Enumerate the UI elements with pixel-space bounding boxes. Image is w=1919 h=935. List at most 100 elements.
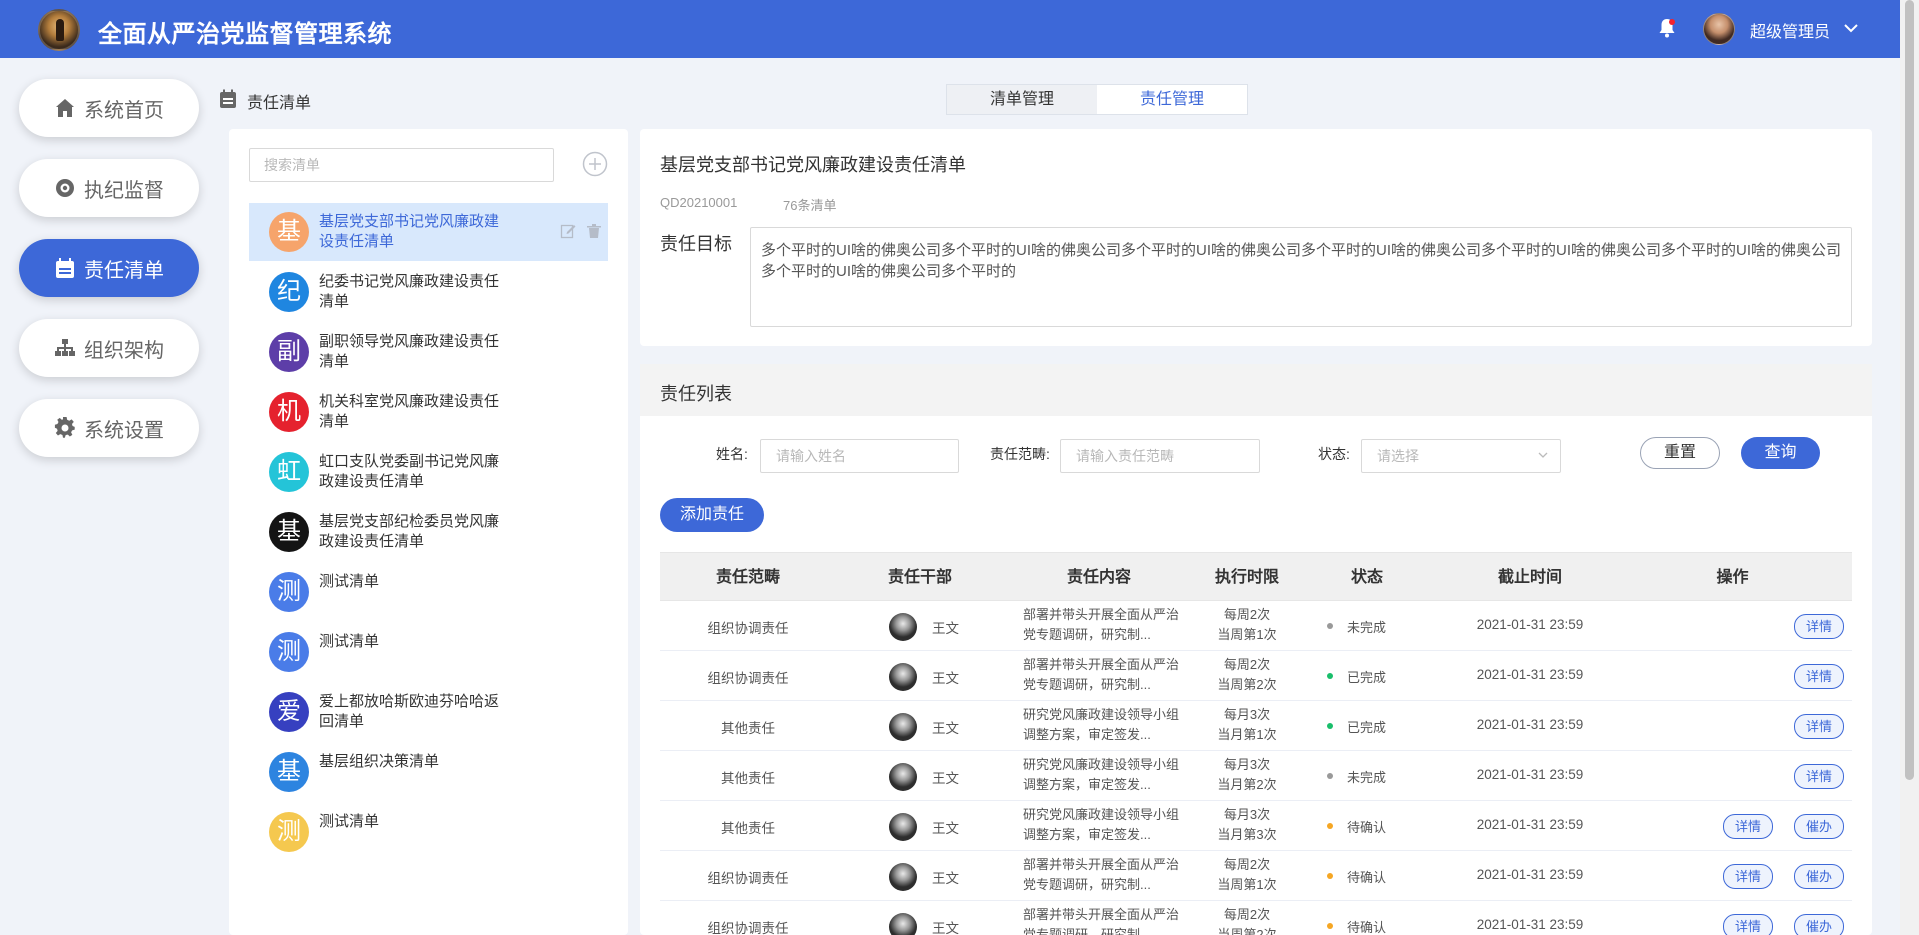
period-frequency: 每月3次 [1223, 757, 1271, 772]
scrollbar-thumb[interactable] [1905, 0, 1914, 780]
scope-filter-input[interactable]: 请输入责任范畴 [1060, 439, 1260, 473]
cell-deadline: 2021-01-31 23:59 [1476, 917, 1584, 932]
name-filter-input[interactable]: 请输入姓名 [760, 439, 959, 473]
cell-content: 部署并带头开展全面从严治党专题调研，研究制... [1023, 657, 1180, 692]
list-item-label: 机关科室党风廉政建设责任清单 [319, 393, 500, 430]
list-item-avatar: 基 [269, 512, 309, 552]
view-tabs: 清单管理 责任管理 [946, 84, 1248, 115]
cell-content: 研究党风廉政建设领导小组调整方案，审定签发... [1023, 757, 1180, 792]
list-item[interactable]: 纪纪委书记党风廉政建设责任清单 [249, 263, 608, 321]
cell-content: 研究党风廉政建设领导小组调整方案，审定签发... [1023, 707, 1180, 742]
gear-icon [54, 417, 76, 439]
detail-button[interactable]: 详情 [1794, 714, 1844, 739]
urge-button[interactable]: 催办 [1794, 864, 1844, 889]
name-filter-label: 姓名: [716, 446, 748, 462]
chevron-down-icon[interactable] [1843, 20, 1859, 36]
goal-label: 责任目标 [660, 234, 732, 254]
list-item-label: 测试清单 [319, 633, 380, 650]
cell-period: 每周2次 当周第1次 [1182, 855, 1312, 895]
calendar-icon [54, 257, 76, 279]
cell-status: 待确认 [1347, 920, 1387, 935]
cell-scope: 组织协调责任 [707, 921, 789, 935]
list-item[interactable]: 测测试清单 [249, 803, 608, 861]
top-header: 全面从严治党监督管理系统 超级管理员 [0, 0, 1900, 58]
cell-scope: 组织协调责任 [707, 671, 789, 686]
user-avatar[interactable] [1703, 13, 1735, 45]
cell-period: 每月3次 当月第3次 [1182, 805, 1312, 845]
query-button[interactable]: 查询 [1741, 437, 1820, 469]
urge-button[interactable]: 催办 [1794, 814, 1844, 839]
cell-cadre-name: 王文 [932, 721, 959, 736]
cadre-avatar [889, 913, 917, 935]
sitemap-icon [54, 337, 76, 359]
cell-content: 部署并带头开展全面从严治党专题调研，研究制... [1023, 907, 1180, 935]
status-dot [1327, 673, 1333, 679]
search-input[interactable] [249, 148, 554, 182]
cell-status: 待确认 [1347, 870, 1387, 885]
period-occurrence: 当月第1次 [1217, 727, 1277, 742]
nav-item-3[interactable]: 组织架构 [19, 319, 199, 377]
detail-button[interactable]: 详情 [1723, 914, 1773, 935]
duty-title: 责任列表 [660, 384, 732, 404]
edit-icon[interactable] [560, 223, 576, 239]
list-item[interactable]: 基基层党支部书记党风廉政建设责任清单 [249, 203, 608, 261]
nav-item-1[interactable]: 执纪监督 [19, 159, 199, 217]
cadre-avatar [889, 863, 917, 891]
column-header: 责任范畴 [715, 569, 780, 586]
list-item[interactable]: 测测试清单 [249, 563, 608, 621]
detail-button[interactable]: 详情 [1723, 814, 1773, 839]
period-occurrence: 当月第2次 [1217, 777, 1277, 792]
cell-cadre-name: 王文 [932, 821, 959, 836]
list-item[interactable]: 基基层组织决策清单 [249, 743, 608, 801]
status-dot [1327, 723, 1333, 729]
list-item-avatar: 副 [269, 332, 309, 372]
reset-button[interactable]: 重置 [1640, 437, 1720, 469]
tab-list-management[interactable]: 清单管理 [947, 85, 1097, 114]
period-frequency: 每周2次 [1223, 657, 1271, 672]
urge-button[interactable]: 催办 [1794, 914, 1844, 935]
add-circle-icon[interactable] [582, 151, 608, 177]
detail-button[interactable]: 详情 [1794, 664, 1844, 689]
nav-item-0[interactable]: 系统首页 [19, 79, 199, 137]
list-item[interactable]: 基基层党支部纪检委员党风廉政建设责任清单 [249, 503, 608, 561]
list-item-label: 副职领导党风廉政建设责任清单 [319, 333, 500, 370]
status-filter-select[interactable]: 请选择 [1361, 439, 1561, 473]
cell-status: 已完成 [1347, 670, 1387, 685]
breadcrumb: 责任清单 [247, 95, 312, 112]
detail-button[interactable]: 详情 [1723, 864, 1773, 889]
nav-item-label: 系统设置 [84, 419, 164, 442]
list-item[interactable]: 机机关科室党风廉政建设责任清单 [249, 383, 608, 441]
detail-button[interactable]: 详情 [1794, 764, 1844, 789]
nav-item-2[interactable]: 责任清单 [19, 239, 199, 297]
cell-status: 未完成 [1347, 620, 1387, 635]
list-item-label: 测试清单 [319, 573, 380, 590]
nav-item-4[interactable]: 系统设置 [19, 399, 199, 457]
user-name[interactable]: 超级管理员 [1750, 18, 1830, 42]
app-title: 全面从严治党监督管理系统 [98, 21, 392, 48]
column-header: 执行时限 [1214, 569, 1279, 586]
table-row: 其他责任 王文 研究党风廉政建设领导小组调整方案，审定签发... 每月3次 当月第3次待… [660, 801, 1852, 851]
tab-duty-management[interactable]: 责任管理 [1097, 85, 1247, 114]
bell-icon[interactable] [1658, 18, 1676, 38]
detail-title: 基层党支部书记党风廉政建设责任清单 [660, 155, 966, 175]
list-item[interactable]: 虹虹口支队党委副书记党风廉政建设责任清单 [249, 443, 608, 501]
list-item[interactable]: 爱爱上都放哈斯欧迪芬哈哈返回清单 [249, 683, 608, 741]
cadre-avatar [889, 613, 917, 641]
list-item-label: 基层党支部纪检委员党风廉政建设责任清单 [319, 513, 500, 550]
period-occurrence: 当周第1次 [1217, 627, 1277, 642]
list-item-avatar: 虹 [269, 452, 309, 492]
period-frequency: 每月3次 [1223, 807, 1271, 822]
goal-text[interactable]: 多个平时的UI啥的佛奥公司多个平时的UI啥的佛奥公司多个平时的UI啥的佛奥公司多… [750, 227, 1852, 327]
list-item[interactable]: 测测试清单 [249, 623, 608, 681]
table-row: 组织协调责任 王文 部署并带头开展全面从严治党专题调研，研究制... 每周2次 当周第1… [660, 851, 1852, 901]
add-duty-button[interactable]: 添加责任 [660, 498, 764, 532]
cell-deadline: 2021-01-31 23:59 [1476, 717, 1584, 732]
list-item-avatar: 测 [269, 632, 309, 672]
list-item[interactable]: 副副职领导党风廉政建设责任清单 [249, 323, 608, 381]
detail-button[interactable]: 详情 [1794, 614, 1844, 639]
table-row: 组织协调责任 王文 部署并带头开展全面从严治党专题调研，研究制... 每周2次 当周第2… [660, 651, 1852, 701]
nav-item-label: 组织架构 [84, 339, 164, 362]
detail-code: QD20210001 [660, 195, 738, 210]
trash-icon[interactable] [586, 223, 602, 239]
cadre-avatar [889, 763, 917, 791]
